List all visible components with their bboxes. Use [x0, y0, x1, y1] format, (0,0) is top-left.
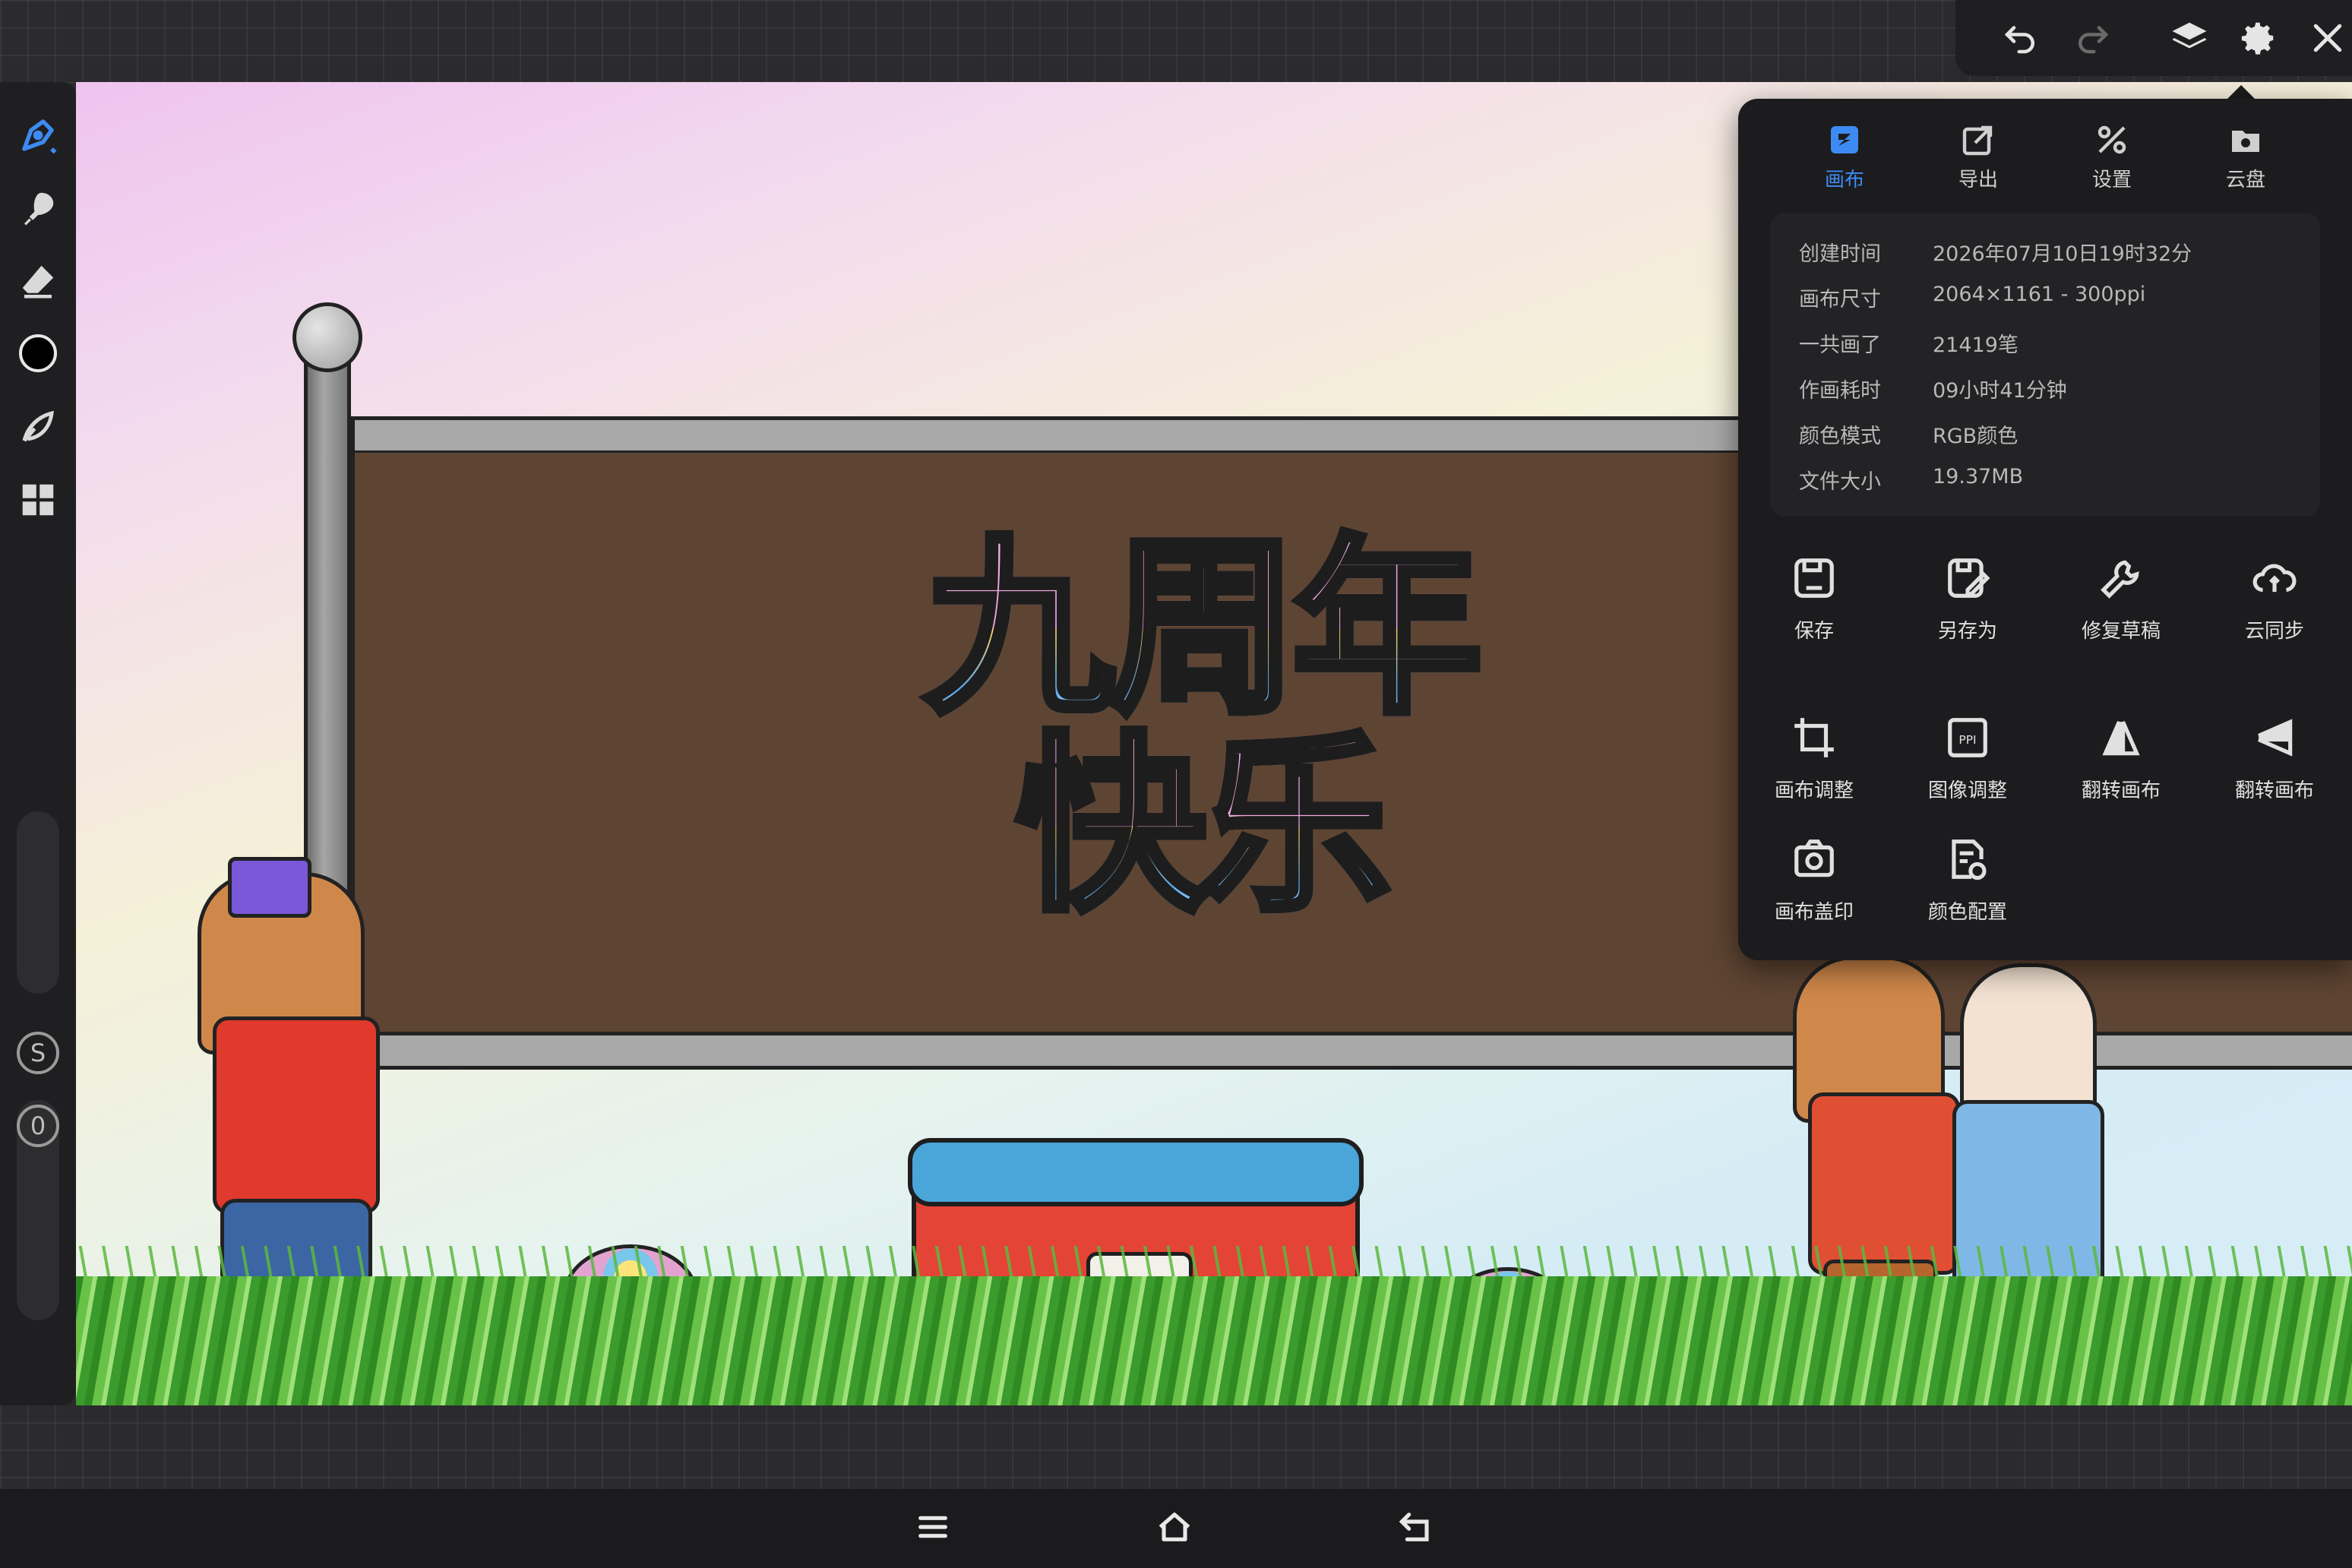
image-adjust-button[interactable]: PPI 图像调整: [1892, 714, 2044, 836]
settings-gear-icon[interactable]: [2235, 15, 2281, 61]
cloud-sync-icon: [2252, 564, 2297, 593]
info-value: RGB颜色: [1933, 425, 2018, 448]
menu-icon[interactable]: [912, 1506, 957, 1551]
info-value: 21419笔: [1933, 334, 2018, 357]
canvas-info-box: 创建时间 2026年07月10日19时32分 画布尺寸 2064×1161 - …: [1770, 213, 2320, 517]
current-color-swatch[interactable]: [19, 334, 57, 372]
canvas-settings-panel: 画布 导出 设置 云盘 创建时间 2026年07月10日19时32分 画布尺寸 …: [1738, 99, 2352, 960]
canvas-adjust-button[interactable]: 画布调整: [1738, 714, 1890, 836]
cloud-drive-tab-icon: [2232, 131, 2259, 152]
tab-export-label: 导出: [1958, 169, 1998, 191]
settings-tab-icon: [2098, 125, 2126, 154]
character-right-2: [1960, 963, 2097, 1115]
color-profile-label: 颜色配置: [1927, 901, 2007, 924]
headline-line2: 快乐: [1013, 716, 1394, 937]
save-label: 保存: [1794, 620, 1834, 643]
flip-horizontal-icon: [2102, 721, 2140, 756]
layers-icon[interactable]: [2167, 15, 2212, 61]
info-value: 19.37MB: [1933, 465, 2024, 488]
image-adjust-label: 图像调整: [1927, 779, 2007, 802]
canvas-stamp-button[interactable]: 画布盖印: [1738, 836, 1890, 957]
top-toolbar: [1955, 0, 2352, 76]
save-as-label: 另存为: [1937, 620, 1997, 643]
system-nav-bar: [0, 1489, 2352, 1568]
grid-layout-icon[interactable]: [14, 476, 62, 524]
svg-text:PPI: PPI: [1958, 733, 1976, 747]
left-toolbar: S 0: [0, 82, 76, 1405]
cloud-sync-button[interactable]: 云同步: [2199, 555, 2350, 676]
undo-icon[interactable]: [1998, 15, 2044, 61]
character-left-shirt: [213, 1016, 380, 1214]
tab-canvas[interactable]: 画布: [1791, 122, 1898, 205]
eraser-tool-icon[interactable]: [14, 257, 62, 305]
close-icon[interactable]: [2305, 15, 2350, 61]
canvas-tab-icon: [1831, 126, 1858, 153]
cooler-lid: [908, 1138, 1364, 1206]
export-tab-icon: [1962, 125, 1993, 156]
flip-vertical-icon: [2258, 719, 2293, 757]
tab-settings-label: 设置: [2091, 169, 2132, 191]
headline-line1: 九周年: [921, 518, 1486, 739]
cloud-sync-label: 云同步: [2244, 620, 2304, 643]
save-button[interactable]: 保存: [1738, 555, 1890, 676]
repair-draft-label: 修复草稿: [2081, 620, 2161, 643]
save-as-icon: [1948, 558, 1990, 598]
tab-settings[interactable]: 设置: [2059, 122, 2165, 205]
save-as-button[interactable]: 另存为: [1892, 555, 2044, 676]
canvas-stamp-label: 画布盖印: [1774, 901, 1854, 924]
color-profile-icon: [1952, 839, 1987, 880]
crop-icon: [1794, 718, 1834, 757]
info-key: 创建时间: [1799, 242, 1881, 266]
color-profile-button[interactable]: 颜色配置: [1892, 836, 2044, 957]
smudge-tool-icon[interactable]: [14, 184, 62, 232]
tab-cloud-drive[interactable]: 云盘: [2192, 122, 2299, 205]
character-left-phone: [228, 857, 311, 918]
info-key: 一共画了: [1799, 334, 1881, 357]
info-key: 作画耗时: [1799, 379, 1881, 403]
save-icon: [1794, 558, 1834, 598]
info-key: 颜色模式: [1799, 425, 1881, 448]
brush-size-slider[interactable]: [17, 811, 59, 994]
info-key: 画布尺寸: [1799, 288, 1881, 311]
wrench-icon: [2101, 560, 2139, 599]
anniversary-headline: 九周年 快乐: [912, 518, 1489, 937]
info-value: 2064×1161 - 300ppi: [1933, 283, 2146, 306]
canvas-adjust-label: 画布调整: [1774, 779, 1854, 802]
tab-canvas-label: 画布: [1824, 169, 1864, 191]
info-value: 2026年07月10日19时32分: [1933, 242, 2192, 266]
flip-canvas-vertical-button[interactable]: 翻转画布: [2199, 714, 2350, 836]
redo-icon[interactable]: [2069, 15, 2115, 61]
tab-export[interactable]: 导出: [1925, 122, 2031, 205]
repair-draft-button[interactable]: 修复草稿: [2045, 555, 2197, 676]
brush-tool-icon[interactable]: [14, 111, 62, 160]
panel-pointer: [2226, 85, 2256, 100]
lasso-tool-icon[interactable]: [14, 403, 62, 451]
home-icon[interactable]: [1153, 1506, 1199, 1551]
flip-canvas-horizontal-button[interactable]: 翻转画布: [2045, 714, 2197, 836]
info-key: 文件大小: [1799, 470, 1881, 494]
camera-icon: [1794, 839, 1834, 877]
flip-canvas-vertical-label: 翻转画布: [2234, 779, 2314, 802]
sign-post-ball: [292, 302, 362, 372]
ppi-icon: PPI: [1948, 718, 1987, 757]
size-label: S: [17, 1032, 59, 1074]
info-value: 09小时41分钟: [1933, 379, 2067, 403]
opacity-label: 0: [17, 1105, 59, 1147]
flip-canvas-horizontal-label: 翻转画布: [2081, 779, 2161, 802]
tab-cloud-drive-label: 云盘: [2225, 169, 2265, 191]
grass: [76, 1276, 2352, 1405]
back-icon[interactable]: [1395, 1506, 1440, 1551]
